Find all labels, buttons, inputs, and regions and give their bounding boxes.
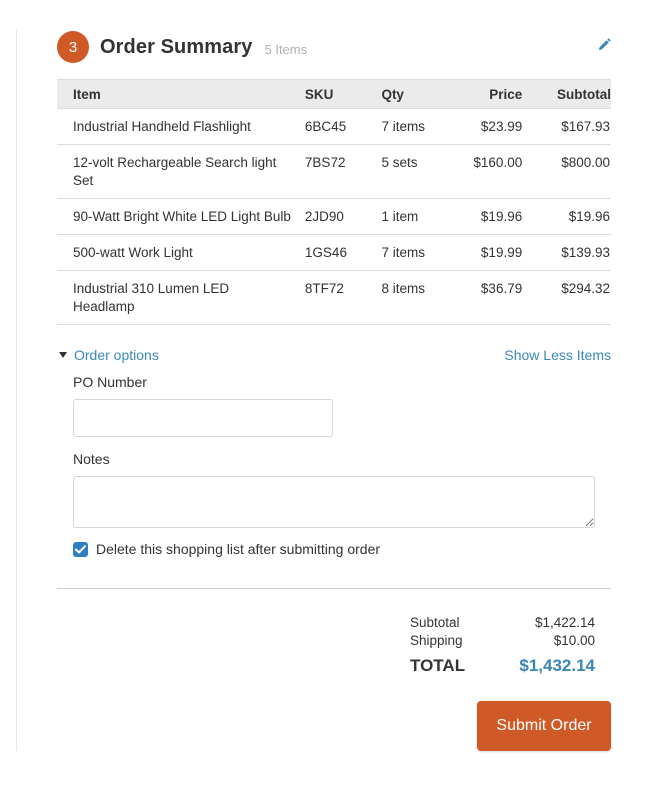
item-name: 12-volt Rechargeable Search light Set	[57, 144, 305, 199]
item-qty: 8 items	[381, 270, 453, 325]
order-options-row: Order options Show Less Items	[57, 347, 611, 365]
item-name: 500-watt Work Light	[57, 234, 305, 271]
section-title: Order Summary	[100, 35, 253, 58]
item-price: $160.00	[452, 144, 523, 199]
item-subtotal: $19.96	[522, 198, 611, 235]
subtotal-label: Subtotal	[410, 615, 460, 630]
order-items-table: Item SKU Qty Price Subtotal Industrial H…	[57, 79, 611, 325]
item-sku: 8TF72	[304, 270, 382, 325]
shipping-row: Shipping $10.00	[410, 632, 595, 650]
item-subtotal: $294.32	[522, 270, 611, 325]
column-header-item: Item	[57, 79, 305, 109]
item-qty: 7 items	[381, 234, 453, 271]
item-price: $19.99	[452, 234, 523, 271]
order-summary-page: 3 Order Summary 5 Items Item SKU Qty Pri…	[0, 0, 653, 785]
grand-total-row: TOTAL $1,432.14	[410, 656, 595, 676]
order-options-label: Order options	[74, 347, 159, 363]
delete-list-option: Delete this shopping list after submitti…	[73, 541, 611, 557]
item-name: Industrial Handheld Flashlight	[57, 108, 305, 145]
subtotal-value: $1,422.14	[534, 615, 595, 630]
left-divider	[16, 29, 17, 751]
total-label: TOTAL	[410, 656, 466, 675]
item-sku: 6BC45	[304, 108, 382, 145]
notes-textarea[interactable]	[73, 476, 595, 528]
show-less-items-link[interactable]: Show Less Items	[504, 347, 611, 363]
column-header-qty: Qty	[381, 79, 453, 109]
item-sku: 2JD90	[304, 198, 382, 235]
shipping-value: $10.00	[553, 633, 595, 648]
item-subtotal: $167.93	[522, 108, 611, 145]
table-row: Industrial 310 Lumen LED Headlamp 8TF72 …	[57, 270, 611, 325]
order-options-form: PO Number Notes Delete this shopping lis…	[73, 374, 611, 557]
item-subtotal: $139.93	[522, 234, 611, 271]
table-header-row: Item SKU Qty Price Subtotal	[57, 79, 611, 109]
item-sku: 7BS72	[304, 144, 382, 199]
section-header: 3 Order Summary 5 Items	[57, 29, 611, 65]
column-header-price: Price	[452, 79, 523, 109]
item-qty: 5 sets	[381, 144, 453, 199]
item-qty: 7 items	[381, 108, 453, 145]
step-number-badge: 3	[57, 31, 89, 63]
table-row: 500-watt Work Light 1GS46 7 items $19.99…	[57, 234, 611, 271]
item-subtotal: $800.00	[522, 144, 611, 199]
item-price: $36.79	[452, 270, 523, 325]
subtotal-row: Subtotal $1,422.14	[410, 614, 595, 632]
item-price: $23.99	[452, 108, 523, 145]
submit-order-button[interactable]: Submit Order	[477, 701, 611, 751]
shipping-label: Shipping	[410, 633, 463, 648]
column-header-sku: SKU	[304, 79, 382, 109]
delete-list-label: Delete this shopping list after submitti…	[96, 541, 381, 557]
table-row: Industrial Handheld Flashlight 6BC45 7 i…	[57, 108, 611, 145]
item-price: $19.96	[452, 198, 523, 235]
table-row: 12-volt Rechargeable Search light Set 7B…	[57, 144, 611, 199]
caret-down-icon	[59, 352, 67, 358]
pencil-icon[interactable]	[597, 38, 611, 52]
order-summary-section: 3 Order Summary 5 Items Item SKU Qty Pri…	[57, 29, 611, 751]
po-number-input[interactable]	[73, 399, 333, 437]
item-count: 5 Items	[264, 41, 308, 57]
item-name: Industrial 310 Lumen LED Headlamp	[57, 270, 305, 325]
order-totals: Subtotal $1,422.14 Shipping $10.00 TOTAL…	[410, 614, 595, 676]
po-number-label: PO Number	[73, 374, 147, 390]
check-icon	[75, 544, 86, 553]
item-sku: 1GS46	[304, 234, 382, 271]
order-options-toggle[interactable]: Order options	[57, 347, 159, 363]
item-name: 90-Watt Bright White LED Light Bulb	[57, 198, 305, 235]
total-value: $1,432.14	[519, 656, 595, 675]
delete-list-checkbox[interactable]	[73, 541, 88, 557]
column-header-subtotal: Subtotal	[522, 79, 611, 109]
item-qty: 1 item	[381, 198, 453, 235]
table-row: 90-Watt Bright White LED Light Bulb 2JD9…	[57, 198, 611, 235]
notes-label: Notes	[73, 451, 110, 467]
totals-divider	[57, 588, 611, 589]
